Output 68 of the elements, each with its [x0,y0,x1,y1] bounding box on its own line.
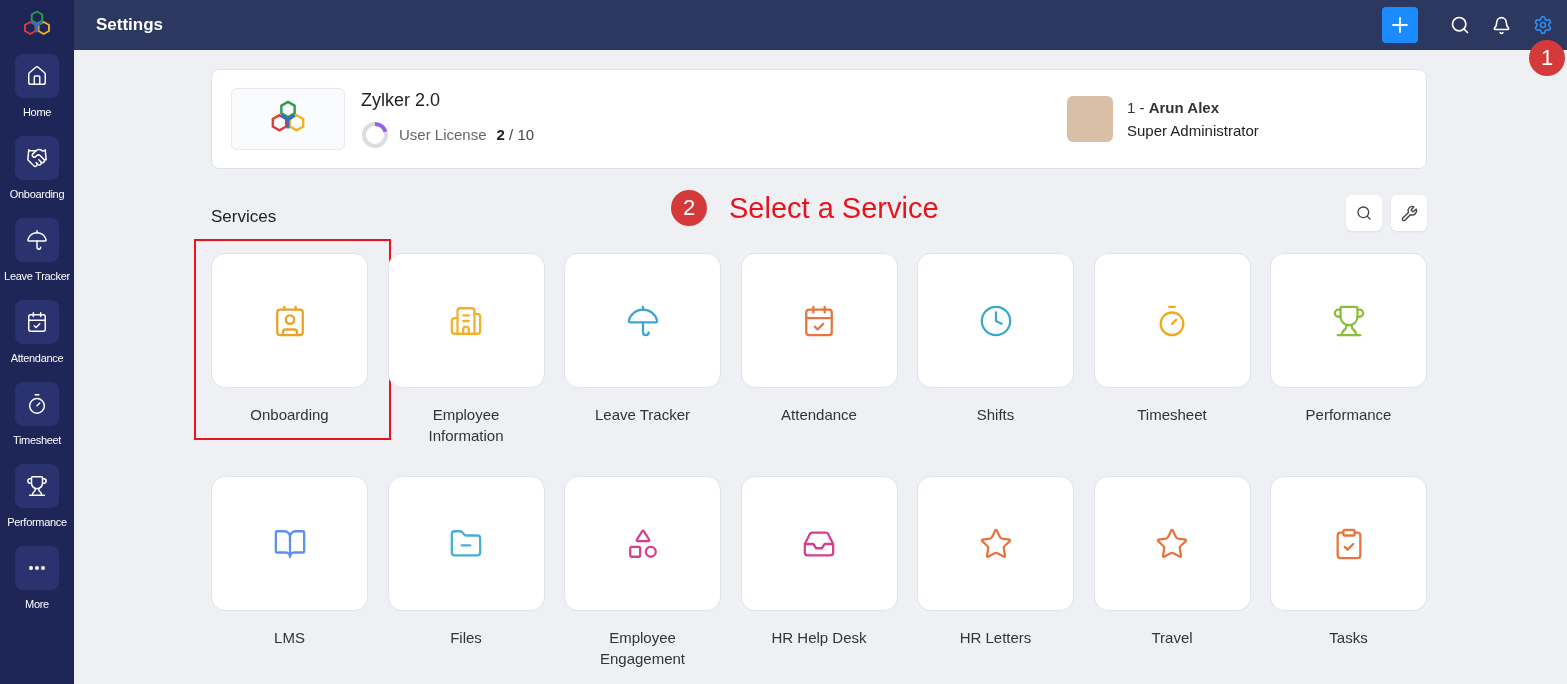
license-ring [361,120,389,149]
admin-role: Super Administrator [1127,122,1259,139]
avatar-placeholder [1067,96,1113,142]
sidebar-item[interactable]: More [0,546,74,628]
service-card[interactable] [564,476,721,611]
search-button[interactable] [1346,195,1382,231]
trophy-icon [1331,303,1366,338]
bell-icon[interactable] [1492,15,1511,35]
service-card[interactable] [1270,253,1427,388]
license-count: 2 / 10 [496,126,535,143]
step-badge: 1 [1529,40,1565,76]
stopwatch-icon [26,393,48,415]
sidebar-item[interactable]: Performance [0,464,74,546]
settings-icon[interactable] [1533,15,1553,35]
sidebar-item[interactable]: Timesheet [0,382,74,464]
calendar-check-icon [26,311,48,333]
search-icon[interactable] [1450,15,1470,35]
service-card[interactable] [917,476,1074,611]
wrench-icon [1400,204,1418,222]
clock-icon [978,303,1013,338]
service-label: Leave Tracker [593,405,691,425]
page-title: Settings [96,15,165,35]
organization-name: Zylker 2.0 [361,89,442,111]
service-label: Onboarding [249,405,330,425]
sidebar-item[interactable]: Onboarding [0,136,74,218]
service-card[interactable] [1093,476,1251,611]
service-card[interactable] [564,253,721,388]
beach-umbrella-icon [26,229,48,251]
admin-name: 1 - Arun Alex [1127,99,1220,116]
service-label: HR Help Desk [770,628,868,648]
home-icon [26,65,48,87]
step-badge: 2 [671,190,707,226]
service-card[interactable] [917,253,1074,388]
calendar-check-icon [802,303,836,338]
service-label: Files [449,628,483,648]
service-card[interactable] [740,476,898,611]
sidebar-item[interactable]: Home [0,54,74,136]
service-label: Timesheet [1136,405,1208,425]
section-heading: Services [211,207,278,227]
wrench-gear-button[interactable] [1391,195,1427,231]
service-card[interactable] [387,253,545,388]
sidebar-item[interactable]: Leave Tracker [0,218,74,300]
star-icon [1155,526,1189,561]
service-label: Attendance [780,405,858,425]
service-label: HR Letters [958,628,1033,648]
more-icon [29,566,45,570]
instruction-text: Select a Service [729,191,939,225]
service-card[interactable] [387,476,545,611]
add-button[interactable] [1382,7,1418,43]
service-label: LMS [273,628,306,648]
service-card[interactable] [1093,253,1251,388]
service-label: Tasks [1328,628,1369,648]
service-card[interactable] [1270,476,1427,611]
beach-umbrella-icon [625,303,660,338]
trophy-icon [26,475,48,497]
service-label: Employee Information [427,405,505,446]
star-icon [978,526,1013,561]
service-card[interactable] [211,253,368,388]
search-icon [1356,205,1372,221]
license-label: User License [399,126,487,143]
service-label: Shifts [975,405,1016,425]
service-label: Performance [1304,405,1393,425]
service-label: Employee Engagement [598,628,687,669]
sidebar-item[interactable]: Attendance [0,300,74,382]
service-card[interactable] [740,253,898,388]
service-label: Travel [1150,628,1194,648]
service-card[interactable] [211,476,368,611]
handshake-icon [26,147,48,169]
